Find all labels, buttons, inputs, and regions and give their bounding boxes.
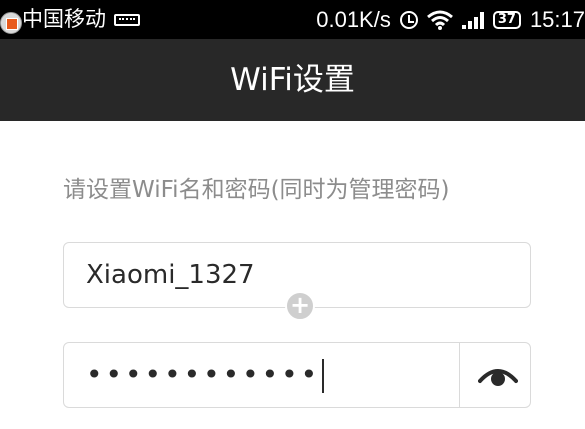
page-title: WiFi设置 bbox=[230, 62, 355, 98]
text-caret bbox=[322, 359, 325, 393]
password-field[interactable]: •••••••••••• bbox=[63, 342, 531, 408]
keyboard-icon bbox=[114, 13, 140, 26]
wifi-icon bbox=[426, 10, 453, 30]
app-badge-icon bbox=[0, 12, 22, 34]
wifi-name-value: Xiaomi_1327 bbox=[86, 260, 255, 290]
eye-divider bbox=[459, 343, 460, 407]
title-bar: WiFi设置 bbox=[0, 39, 585, 121]
carrier-name: 中国移动 bbox=[22, 7, 106, 31]
plus-icon[interactable]: + bbox=[285, 291, 315, 321]
form-instruction: 请设置WiFi名和密码(同时为管理密码) bbox=[63, 177, 450, 203]
eye-icon[interactable] bbox=[478, 359, 518, 391]
network-speed: 0.01K/s bbox=[316, 7, 391, 32]
status-bar: 中国移动 0.01K/s 37 15:17 bbox=[0, 0, 585, 39]
alarm-icon bbox=[399, 10, 418, 29]
status-bar-left: 中国移动 bbox=[22, 0, 140, 39]
signal-icon bbox=[461, 11, 484, 29]
status-bar-right: 0.01K/s 37 15:17 bbox=[316, 0, 585, 39]
clock: 15:17 bbox=[529, 7, 585, 32]
password-value: •••••••••••• bbox=[86, 343, 325, 407]
battery-icon: 37 bbox=[492, 10, 521, 29]
password-dots: •••••••••••• bbox=[86, 358, 321, 391]
